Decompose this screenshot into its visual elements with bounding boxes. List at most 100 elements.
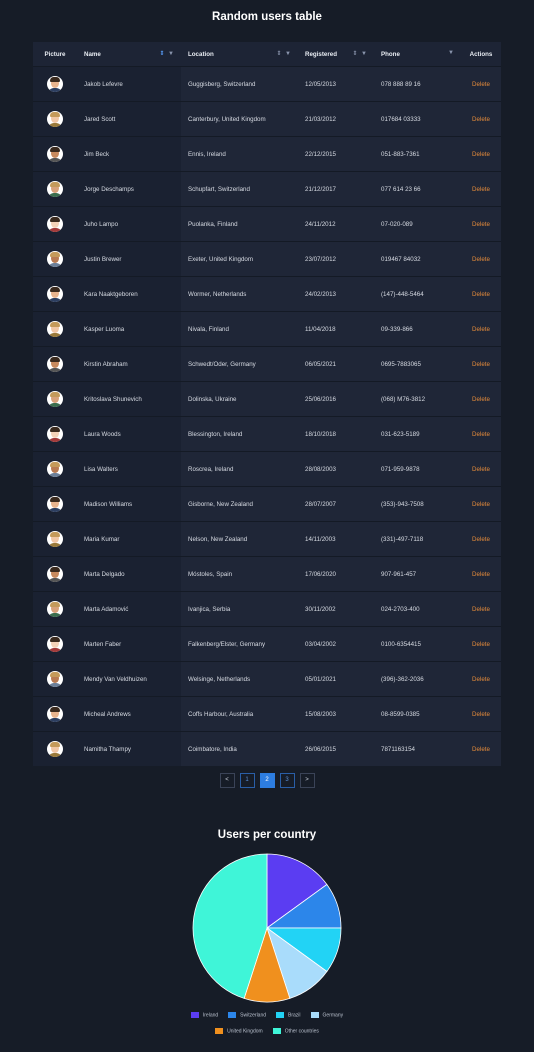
- location-cell: Wormer, Netherlands: [181, 276, 298, 312]
- delete-button[interactable]: Delete: [461, 521, 501, 557]
- legend-label: Switzerland: [240, 1012, 267, 1019]
- column-header-actions: Actions: [461, 42, 501, 67]
- avatar: [47, 76, 63, 92]
- delete-button[interactable]: Delete: [461, 241, 501, 277]
- phone-cell: 7871163154: [374, 731, 461, 766]
- location-cell: Guggisberg, Switzerland: [181, 66, 298, 102]
- picture-cell: [33, 206, 77, 242]
- location-cell: Gisborne, New Zealand: [181, 486, 298, 522]
- picture-cell: [33, 311, 77, 347]
- avatar: [47, 566, 63, 582]
- column-header-name[interactable]: Name ⇕ ▼: [77, 42, 181, 67]
- delete-button[interactable]: Delete: [461, 486, 501, 522]
- delete-button[interactable]: Delete: [461, 171, 501, 207]
- delete-button[interactable]: Delete: [461, 311, 501, 347]
- name-cell: Namitha Thampy: [77, 731, 181, 766]
- location-cell: Schupfart, Switzerland: [181, 171, 298, 207]
- delete-button[interactable]: Delete: [461, 626, 501, 662]
- table-row: Kasper Luoma Nivala, Finland 11/04/2018 09-…: [33, 311, 501, 347]
- avatar: [47, 461, 63, 477]
- sort-icon[interactable]: ⇕: [159, 51, 165, 57]
- page-button-2[interactable]: 2: [259, 773, 275, 788]
- picture-cell: [33, 136, 77, 172]
- table-header-row: Picture Name ⇕ ▼ Location ⇕ ▼ Registered ⇕ …: [33, 42, 501, 67]
- page-button-3[interactable]: 3: [279, 773, 295, 788]
- delete-button[interactable]: Delete: [461, 416, 501, 452]
- delete-button[interactable]: Delete: [461, 661, 501, 697]
- name-cell: Kritoslava Shunevich: [77, 381, 181, 417]
- table-row: Kritoslava Shunevich Dolinska, Ukraine 25/…: [33, 381, 501, 417]
- delete-button[interactable]: Delete: [461, 556, 501, 592]
- location-cell: Canterbury, United Kingdom: [181, 101, 298, 137]
- filter-icon[interactable]: ▼: [448, 50, 455, 56]
- location-cell: Ennis, Ireland: [181, 136, 298, 172]
- delete-button[interactable]: Delete: [461, 206, 501, 242]
- table-row: Mendy Van Veldhuizen Welsinge, Netherland…: [33, 661, 501, 697]
- delete-button[interactable]: Delete: [461, 731, 501, 766]
- delete-button[interactable]: Delete: [461, 346, 501, 382]
- phone-cell: 019467 84032: [374, 241, 461, 277]
- next-page-button[interactable]: >: [299, 773, 315, 788]
- legend-item[interactable]: Other countries: [272, 1028, 319, 1035]
- column-header-location[interactable]: Location ⇕ ▼: [181, 42, 298, 67]
- registered-cell: 28/07/2007: [298, 486, 374, 522]
- delete-button[interactable]: Delete: [461, 276, 501, 312]
- column-header-registered-label: Registered: [305, 50, 337, 58]
- table-row: Laura Woods Blessington, Ireland 18/10/201…: [33, 416, 501, 452]
- avatar: [47, 111, 63, 127]
- delete-button[interactable]: Delete: [461, 101, 501, 137]
- phone-cell: 0100-6354415: [374, 626, 461, 662]
- legend-item[interactable]: Germany: [310, 1012, 343, 1018]
- name-cell: Jim Beck: [77, 136, 181, 172]
- picture-cell: [33, 241, 77, 277]
- table-row: Namitha Thampy Coimbatore, India 26/06/201…: [33, 731, 501, 766]
- legend-item[interactable]: Ireland: [190, 1012, 218, 1018]
- delete-button[interactable]: Delete: [461, 696, 501, 732]
- phone-cell: 051-883-7361: [374, 136, 461, 172]
- delete-button[interactable]: Delete: [461, 591, 501, 627]
- picture-cell: [33, 731, 77, 766]
- filter-icon[interactable]: ▼: [168, 51, 175, 57]
- legend-swatch: [310, 1012, 319, 1018]
- page-title: Random users table: [212, 11, 322, 23]
- table-row: Maria Kumar Nelson, New Zealand 14/11/2003…: [33, 521, 501, 557]
- avatar: [47, 706, 63, 722]
- picture-cell: [33, 661, 77, 697]
- column-header-registered[interactable]: Registered ⇕ ▼: [298, 42, 374, 67]
- pagination: <1 2 3 >: [0, 773, 534, 788]
- avatar: [47, 496, 63, 512]
- prev-page-button[interactable]: <: [219, 773, 235, 788]
- legend-item[interactable]: United Kingdom: [215, 1028, 263, 1034]
- users-per-country-pie-chart: [192, 853, 342, 1003]
- registered-cell: 21/03/2012: [298, 101, 374, 137]
- filter-icon[interactable]: ▼: [361, 51, 368, 57]
- filter-icon[interactable]: ▼: [285, 51, 292, 57]
- table-row: Marten Faber Falkenberg/Elster, Germany 03…: [33, 626, 501, 662]
- legend-item[interactable]: Brazil: [276, 1012, 301, 1018]
- location-cell: Blessington, Ireland: [181, 416, 298, 452]
- delete-button[interactable]: Delete: [461, 136, 501, 172]
- name-cell: Marta Adamović: [77, 591, 181, 627]
- picture-cell: [33, 521, 77, 557]
- table-row: Justin Brewer Exeter, United Kingdom 23/07…: [33, 241, 501, 277]
- legend-swatch: [276, 1012, 285, 1018]
- column-header-phone[interactable]: Phone ▼: [374, 42, 461, 67]
- name-cell: Lisa Walters: [77, 451, 181, 487]
- legend-label: Other countries: [284, 1028, 319, 1035]
- page-button-1[interactable]: 1: [239, 773, 255, 788]
- delete-button[interactable]: Delete: [461, 381, 501, 417]
- delete-button[interactable]: Delete: [461, 451, 501, 487]
- delete-button[interactable]: Delete: [461, 66, 501, 102]
- phone-cell: 09-339-866: [374, 311, 461, 347]
- picture-cell: [33, 486, 77, 522]
- sort-icon[interactable]: ⇕: [352, 51, 358, 57]
- picture-cell: [33, 451, 77, 487]
- legend-item[interactable]: Switzerland: [228, 1012, 266, 1018]
- picture-cell: [33, 346, 77, 382]
- name-cell: Marta Delgado: [77, 556, 181, 592]
- name-cell: Juho Lampo: [77, 206, 181, 242]
- avatar: [47, 321, 63, 337]
- chart-legend-row-2: United Kingdom Other countries: [0, 1028, 534, 1034]
- sort-icon[interactable]: ⇕: [276, 51, 282, 57]
- avatar: [47, 216, 63, 232]
